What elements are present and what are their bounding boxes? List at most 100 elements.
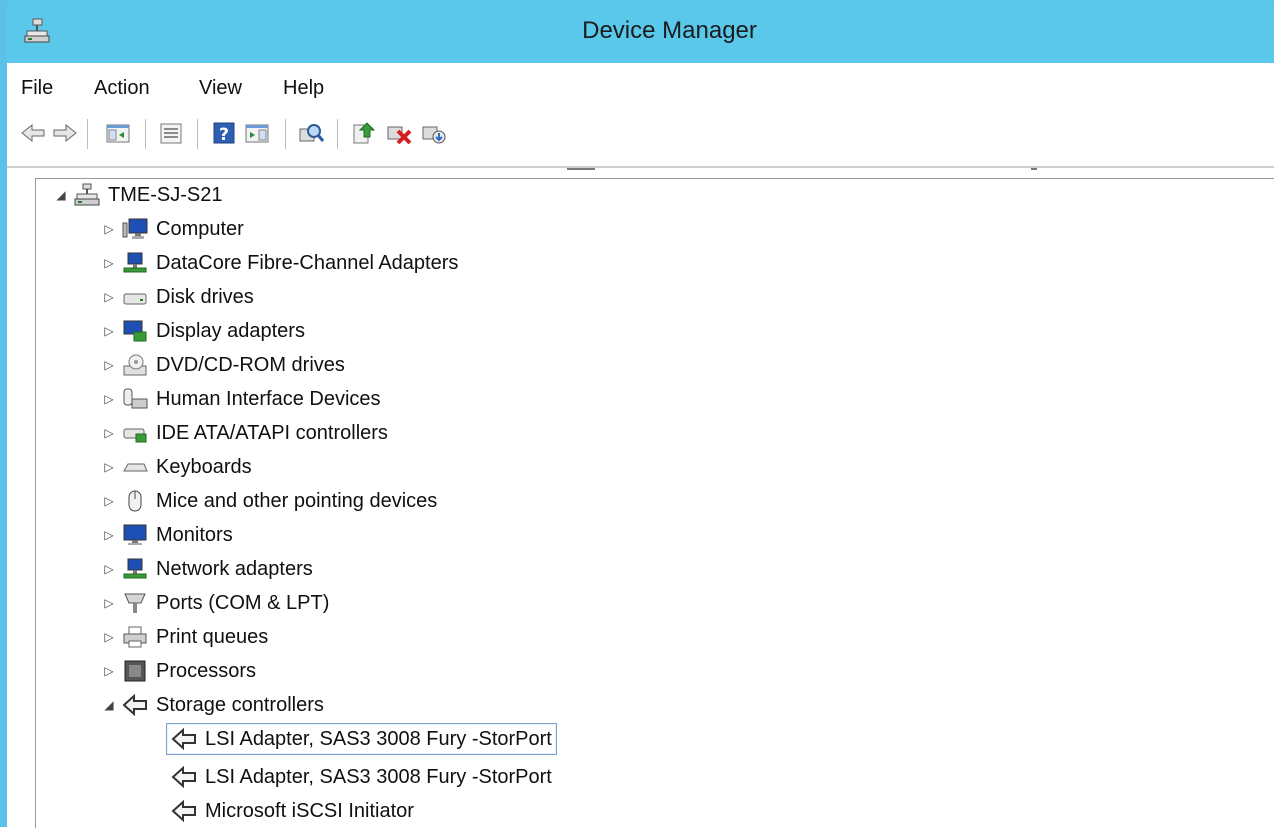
storage-controller-icon [122, 693, 147, 717]
toolbar-separator [87, 119, 88, 149]
menu-help[interactable]: Help [283, 77, 324, 100]
tree-category-display-adapters[interactable]: ▷ Display adapters [102, 315, 305, 347]
toolbar: ? [7, 109, 1274, 157]
enable-device-icon[interactable] [420, 119, 448, 147]
help-icon[interactable]: ? [210, 119, 238, 147]
tree-category-disk-drives[interactable]: ▷ Disk drives [102, 281, 254, 313]
header-divider [567, 168, 595, 170]
tree-category-label: IDE ATA/ATAPI controllers [156, 421, 388, 444]
tree-category-processors[interactable]: ▷ Processors [102, 655, 256, 687]
network-adapter-icon [123, 558, 147, 579]
tree-category-network-adapters[interactable]: ▷ Network adapters [102, 553, 313, 585]
expand-arrow-icon[interactable]: ▷ [102, 392, 116, 406]
window-title: Device Manager [582, 17, 757, 44]
expand-arrow-icon[interactable]: ▷ [102, 562, 116, 576]
tree-category-label: Keyboards [156, 455, 252, 478]
tree-category-label: Disk drives [156, 285, 254, 308]
title-bar[interactable]: Device Manager [7, 1, 1274, 63]
printer-icon [123, 626, 147, 648]
svg-text:?: ? [219, 125, 229, 145]
monitor-icon [123, 524, 147, 545]
collapse-arrow-icon[interactable]: ◢ [54, 188, 68, 202]
tree-category-ide-controllers[interactable]: ▷ IDE ATA/ATAPI controllers [102, 417, 388, 449]
menu-action[interactable]: Action [94, 77, 150, 100]
show-hide-console-tree-icon[interactable] [104, 119, 132, 147]
dvd-drive-icon [123, 354, 147, 376]
tree-category-label: Network adapters [156, 557, 313, 580]
display-adapter-icon [123, 320, 147, 342]
expand-arrow-icon[interactable]: ▷ [102, 324, 116, 338]
tree-category-hid[interactable]: ▷ Human Interface Devices [102, 383, 381, 415]
show-hide-action-pane-icon[interactable] [243, 119, 271, 147]
tree-category-storage-controllers[interactable]: ◢ Storage controllers [102, 689, 324, 721]
expand-arrow-icon[interactable]: ▷ [102, 460, 116, 474]
update-driver-icon[interactable] [350, 119, 378, 147]
tree-category-label: Display adapters [156, 319, 305, 342]
storage-controller-icon [171, 799, 196, 823]
tree-category-label: DataCore Fibre-Channel Adapters [156, 251, 459, 274]
tree-category-label: Computer [156, 217, 244, 240]
ide-controller-icon [123, 428, 147, 443]
tree-device-label: LSI Adapter, SAS3 3008 Fury -StorPort [205, 727, 552, 750]
tree-device-iscsi-initiator[interactable]: Microsoft iSCSI Initiator [171, 795, 414, 827]
expand-arrow-icon[interactable]: ▷ [102, 256, 116, 270]
disk-drive-icon [123, 293, 147, 305]
storage-controller-icon [171, 727, 196, 751]
processor-icon [124, 660, 146, 682]
tree-category-computer[interactable]: ▷ Computer [102, 213, 244, 245]
menu-bar: File Action View Help [7, 63, 1274, 109]
tree-device-lsi-adapter-2[interactable]: LSI Adapter, SAS3 3008 Fury -StorPort [171, 761, 552, 793]
expand-arrow-icon[interactable]: ▷ [102, 222, 116, 236]
expand-arrow-icon[interactable]: ▷ [102, 528, 116, 542]
expand-arrow-icon[interactable]: ▷ [102, 664, 116, 678]
menu-file[interactable]: File [21, 77, 53, 100]
device-manager-window: Device Manager File Action View Help ? ◢… [0, 0, 1274, 828]
hid-icon [123, 388, 148, 409]
expand-arrow-icon[interactable]: ▷ [102, 494, 116, 508]
expand-arrow-icon[interactable]: ▷ [102, 290, 116, 304]
tree-category-label: Monitors [156, 523, 233, 546]
collapse-arrow-icon[interactable]: ◢ [102, 698, 116, 712]
header-divider [1031, 168, 1037, 170]
properties-icon[interactable] [157, 119, 185, 147]
tree-device-label: LSI Adapter, SAS3 3008 Fury -StorPort [205, 765, 552, 788]
port-icon [124, 593, 146, 613]
tree-category-print-queues[interactable]: ▷ Print queues [102, 621, 268, 653]
tree-category-label: Mice and other pointing devices [156, 489, 438, 512]
back-icon[interactable] [19, 119, 47, 147]
storage-controller-icon [171, 765, 196, 789]
tree-category-label: Ports (COM & LPT) [156, 591, 330, 614]
expand-arrow-icon[interactable]: ▷ [102, 630, 116, 644]
toolbar-separator [145, 119, 146, 149]
expand-arrow-icon[interactable]: ▷ [102, 596, 116, 610]
expand-arrow-icon[interactable]: ▷ [102, 358, 116, 372]
tree-category-datacore-fc[interactable]: ▷ DataCore Fibre-Channel Adapters [102, 247, 458, 279]
toolbar-separator [197, 119, 198, 149]
tree-category-label: Human Interface Devices [156, 387, 381, 410]
mouse-icon [128, 490, 142, 512]
uninstall-device-icon[interactable] [385, 119, 413, 147]
tree-device-lsi-adapter-1[interactable]: LSI Adapter, SAS3 3008 Fury -StorPort [166, 723, 557, 755]
toolbar-separator [285, 119, 286, 149]
keyboard-icon [123, 463, 148, 472]
tree-node-root[interactable]: ◢ TME-SJ-S21 [54, 179, 222, 211]
forward-icon[interactable] [51, 119, 79, 147]
tree-category-monitors[interactable]: ▷ Monitors [102, 519, 233, 551]
computer-icon [122, 218, 148, 239]
tree-category-mice[interactable]: ▷ Mice and other pointing devices [102, 485, 437, 517]
tree-category-label: Print queues [156, 625, 269, 648]
tree-category-label: DVD/CD-ROM drives [156, 353, 345, 376]
tree-category-label: Processors [156, 659, 257, 682]
tree-category-label: Storage controllers [156, 693, 324, 716]
menu-view[interactable]: View [199, 77, 242, 100]
tree-category-dvd-drives[interactable]: ▷ DVD/CD-ROM drives [102, 349, 345, 381]
tree-device-label: Microsoft iSCSI Initiator [205, 799, 414, 822]
network-adapter-icon [123, 252, 147, 273]
toolbar-separator [337, 119, 338, 149]
tree-root-label: TME-SJ-S21 [108, 183, 223, 206]
tree-category-ports[interactable]: ▷ Ports (COM & LPT) [102, 587, 329, 619]
expand-arrow-icon[interactable]: ▷ [102, 426, 116, 440]
scan-hardware-icon[interactable] [297, 119, 325, 147]
device-tree[interactable]: ◢ TME-SJ-S21 ▷ Computer ▷ DataCore Fibre… [35, 178, 1274, 828]
tree-category-keyboards[interactable]: ▷ Keyboards [102, 451, 252, 483]
